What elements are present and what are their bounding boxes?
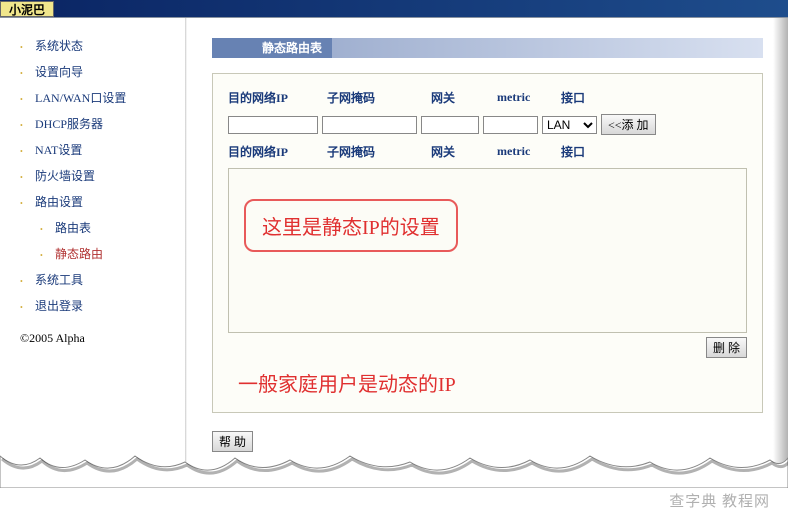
nav-logout[interactable]: 退出登录 [10,293,175,319]
header-row-1: 目的网络IP 子网掩码 网关 metric 接口 [228,89,747,106]
copyright: ©2005 Alpha [10,319,175,346]
torn-edge [0,448,788,488]
header-row-2: 目的网络IP 子网掩码 网关 metric 接口 [228,143,747,160]
nav-nat[interactable]: NAT设置 [10,137,175,163]
nav-route-table[interactable]: 路由表 [10,215,175,241]
nav-system-status[interactable]: 系统状态 [10,33,175,59]
main-container: 系统状态 设置向导 LAN/WAN口设置 DHCP服务器 NAT设置 防火墙设置… [0,18,788,463]
col2-dest-ip: 目的网络IP [228,143,323,160]
page-title-bar: 静态路由表 [212,38,763,58]
select-interface[interactable]: LAN [542,116,597,134]
page-title: 静态路由表 [252,38,332,58]
nav-firewall[interactable]: 防火墙设置 [10,163,175,189]
col-interface: 接口 [561,89,611,106]
nav-routing[interactable]: 路由设置 [10,189,175,215]
delete-row: 删 除 [228,337,747,358]
col2-interface: 接口 [561,143,611,160]
nav-lan-wan[interactable]: LAN/WAN口设置 [10,85,175,111]
content-area: 静态路由表 目的网络IP 子网掩码 网关 metric 接口 LAN <<添 加 [187,18,788,463]
col2-metric: metric [497,144,557,159]
input-gateway[interactable] [421,116,479,134]
form-panel: 目的网络IP 子网掩码 网关 metric 接口 LAN <<添 加 目的网络I… [212,73,763,413]
annotation-dynamic-ip: 一般家庭用户是动态的IP [228,368,747,397]
input-dest-ip[interactable] [228,116,318,134]
input-netmask[interactable] [322,116,417,134]
nav-static-route[interactable]: 静态路由 [10,241,175,267]
col-netmask: 子网掩码 [327,89,427,106]
input-metric[interactable] [483,116,538,134]
col-dest-ip: 目的网络IP [228,89,323,106]
nav-setup-wizard[interactable]: 设置向导 [10,59,175,85]
col-gateway: 网关 [431,89,493,106]
input-row: LAN <<添 加 [228,114,747,135]
nav-dhcp[interactable]: DHCP服务器 [10,111,175,137]
annotation-static-ip: 这里是静态IP的设置 [244,199,458,252]
nav-system-tools[interactable]: 系统工具 [10,267,175,293]
sidebar: 系统状态 设置向导 LAN/WAN口设置 DHCP服务器 NAT设置 防火墙设置… [0,18,185,463]
watermark: 查字典 教程网 [669,490,770,511]
col-metric: metric [497,90,557,105]
col2-netmask: 子网掩码 [327,143,427,160]
delete-button[interactable]: 删 除 [706,337,747,358]
app-title: 小泥巴 [0,1,54,17]
nav-list: 系统状态 设置向导 LAN/WAN口设置 DHCP服务器 NAT设置 防火墙设置… [10,33,175,319]
routes-data-area: 这里是静态IP的设置 [228,168,747,333]
col2-gateway: 网关 [431,143,493,160]
shadow-edge [773,18,788,468]
title-bar: 小泥巴 [0,0,788,18]
add-button[interactable]: <<添 加 [601,114,656,135]
